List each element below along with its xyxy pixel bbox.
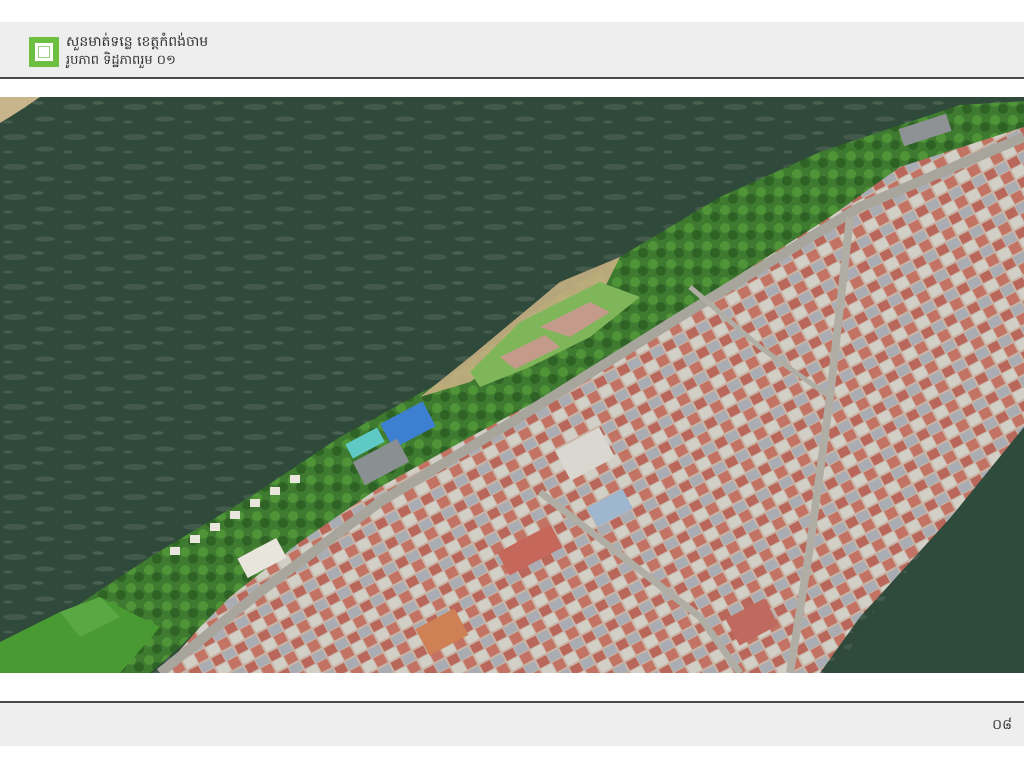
header-bar: សួនមាត់ទន្លេ ខេត្តកំពង់ចាម រូបភាព ទិដ្ឋភ… [0,22,1024,77]
document-page: សួនមាត់ទន្លេ ខេត្តកំពង់ចាម រូបភាព ទិដ្ឋភ… [0,0,1024,768]
page-number: ០៨ [992,717,1012,733]
aerial-render-image [0,97,1024,673]
document-title: សួនមាត់ទន្លេ ខេត្តកំពង់ចាម [66,34,209,50]
footer-bar: ០៨ [0,703,1024,746]
header-divider [0,77,1024,79]
document-subtitle: រូបភាព ទិដ្ឋភាពរួម ០១ [66,53,176,68]
logo-icon [29,37,59,67]
